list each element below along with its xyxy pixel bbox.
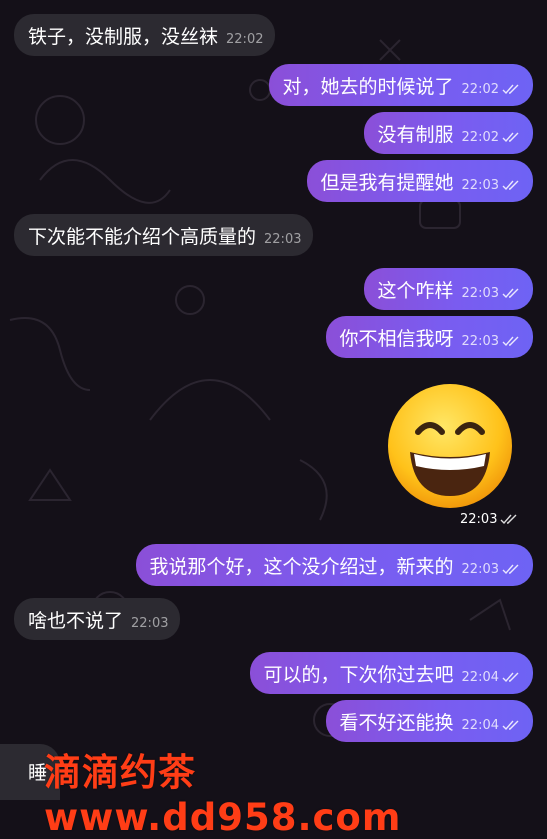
message-meta: 22:03: [131, 616, 168, 631]
message-time: 22:03: [131, 615, 169, 631]
message-bubble-outgoing[interactable]: 你不相信我呀 22:03: [325, 316, 533, 358]
grinning-face-emoji-icon[interactable]: [384, 380, 516, 512]
message-text: 这个咋样: [377, 279, 454, 302]
message-time: 22:03: [460, 512, 498, 527]
message-meta: 22:02: [226, 32, 263, 47]
message-bubble-outgoing[interactable]: 可以的，下次你过去吧 22:04: [249, 652, 533, 694]
message-meta: 22:03: [460, 512, 519, 527]
message-meta: 22:03: [462, 178, 521, 193]
message-text: 看不好还能换: [339, 711, 454, 734]
double-check-icon: [502, 720, 519, 730]
message-time: 22:02: [461, 81, 499, 97]
message-meta: 22:03: [462, 334, 521, 349]
message-meta: 22:02: [462, 130, 521, 145]
double-check-icon: [502, 336, 519, 346]
double-check-icon: [502, 180, 519, 190]
message-meta: 22:03: [462, 286, 521, 301]
message-bubble-outgoing[interactable]: 我说那个好，这个没介绍过，新来的 22:03: [135, 544, 533, 586]
double-check-icon: [502, 132, 519, 142]
double-check-icon: [502, 84, 519, 94]
message-bubble-outgoing[interactable]: 这个咋样 22:03: [363, 268, 533, 310]
message-text: 我说那个好，这个没介绍过，新来的: [149, 555, 454, 578]
message-text: 啥也不说了: [28, 609, 124, 632]
message-time: 22:03: [461, 333, 499, 349]
message-meta: 22:02: [462, 82, 521, 97]
message-bubble-incoming[interactable]: 啥也不说了 22:03: [14, 598, 181, 640]
message-time: 22:04: [461, 717, 499, 733]
message-text: 下次能不能介绍个高质量的: [28, 225, 257, 248]
message-text: 你不相信我呀: [339, 327, 454, 350]
message-text: 可以的，下次你过去吧: [263, 663, 454, 686]
message-text: 但是我有提醒她: [320, 171, 454, 194]
message-time: 22:03: [264, 231, 302, 247]
double-check-icon: [502, 672, 519, 682]
message-time: 22:02: [461, 129, 499, 145]
message-text: 没有制服: [377, 123, 454, 146]
watermark-text: 滴滴约茶 www.dd958.com: [44, 751, 402, 839]
message-meta: 22:03: [462, 562, 521, 577]
double-check-icon: [502, 288, 519, 298]
message-text: 对，她去的时候说了: [282, 75, 454, 98]
double-check-icon: [500, 514, 517, 525]
message-bubble-outgoing[interactable]: 没有制服 22:02: [363, 112, 533, 154]
message-meta: 22:04: [462, 718, 521, 733]
message-bubble-outgoing[interactable]: 但是我有提醒她 22:03: [306, 160, 533, 202]
message-time: 22:03: [461, 177, 499, 193]
message-bubble-outgoing[interactable]: 对，她去的时候说了 22:02: [268, 64, 533, 106]
message-time: 22:03: [461, 285, 499, 301]
message-bubble-outgoing[interactable]: 看不好还能换 22:04: [325, 700, 533, 742]
message-meta: 22:03: [264, 232, 301, 247]
message-time: 22:03: [461, 561, 499, 577]
message-bubble-incoming[interactable]: 下次能不能介绍个高质量的 22:03: [14, 214, 314, 256]
message-time: 22:02: [226, 31, 264, 47]
double-check-icon: [502, 564, 519, 574]
message-meta: 22:04: [462, 670, 521, 685]
message-bubble-incoming[interactable]: 铁子，没制服，没丝袜 22:02: [14, 14, 276, 56]
message-time: 22:04: [461, 669, 499, 685]
message-text: 铁子，没制服，没丝袜: [28, 25, 219, 48]
